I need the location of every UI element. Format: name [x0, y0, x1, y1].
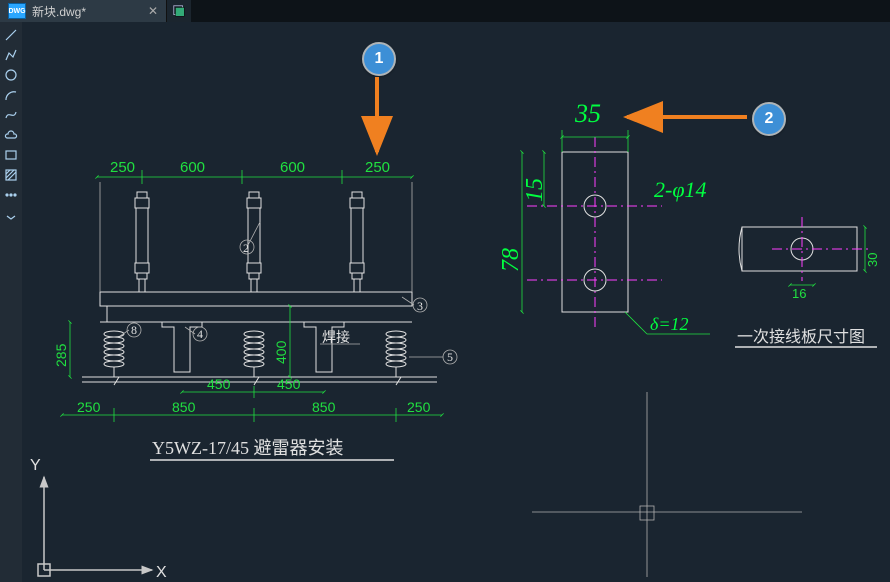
dim-285: 285 — [53, 343, 69, 367]
dim-top-2: 600 — [180, 159, 205, 176]
dim-bot-3: 850 — [312, 399, 336, 415]
terminal-plate-drawing: 35 15 78 2-φ14 δ=12 — [498, 99, 880, 347]
origin-cross-marker — [532, 392, 802, 577]
hole-spec: 2-φ14 — [654, 177, 707, 202]
dim-top-3: 600 — [280, 159, 305, 176]
dim-16: 16 — [792, 286, 806, 301]
close-tab-icon[interactable]: ✕ — [148, 4, 158, 18]
more-tool[interactable] — [2, 186, 20, 204]
dim-30: 30 — [865, 253, 880, 267]
circle-tool[interactable] — [2, 66, 20, 84]
ref-2: 2 — [243, 241, 249, 255]
dwg-file-icon: DWG — [8, 3, 26, 19]
ref-4: 4 — [197, 327, 203, 341]
arrester-assembly-drawing: 250 600 600 250 — [53, 159, 457, 460]
dim-400: 400 — [273, 340, 289, 364]
draw-toolbar — [0, 22, 23, 582]
dim-bot-4: 250 — [407, 399, 431, 415]
expand-tool[interactable] — [2, 206, 20, 224]
cloud-tool[interactable] — [2, 126, 20, 144]
ref-3: 3 — [417, 299, 423, 313]
ucs-axes: Y X — [30, 457, 167, 581]
dim-78: 78 — [498, 248, 524, 272]
left-drawing-title: Y5WZ-17/45 避雷器安装 — [152, 438, 343, 458]
polyline-tool[interactable] — [2, 46, 20, 64]
line-tool[interactable] — [2, 26, 20, 44]
weld-label: 焊接 — [322, 329, 350, 346]
dim-35: 35 — [574, 99, 601, 128]
dim-15: 15 — [522, 178, 548, 202]
tab-filename: 新块.dwg* — [32, 3, 86, 20]
arc-tool[interactable] — [2, 86, 20, 104]
file-tab[interactable]: DWG 新块.dwg* ✕ — [0, 0, 167, 22]
ref-8: 8 — [131, 323, 137, 337]
new-tab-button[interactable] — [167, 0, 191, 22]
rectangle-tool[interactable] — [2, 146, 20, 164]
axis-x-label: X — [156, 564, 167, 581]
tab-bar: DWG 新块.dwg* ✕ — [0, 0, 890, 23]
spline-tool[interactable] — [2, 106, 20, 124]
dim-bot-1: 250 — [77, 399, 101, 415]
dim-mid-1: 450 — [207, 376, 231, 392]
hatch-tool[interactable] — [2, 166, 20, 184]
dim-top-1: 250 — [110, 159, 135, 176]
drawing-canvas[interactable]: 1 2 250 600 6 — [22, 22, 890, 582]
axis-y-label: Y — [30, 457, 41, 474]
ref-5: 5 — [447, 350, 453, 364]
dim-bot-2: 850 — [172, 399, 196, 415]
dim-mid-2: 450 — [277, 376, 301, 392]
dim-top-4: 250 — [365, 159, 390, 176]
right-drawing-title: 一次接线板尺寸图 — [737, 328, 865, 346]
drawing-svg: 250 600 600 250 — [22, 22, 890, 582]
delta-label: δ=12 — [650, 314, 689, 334]
